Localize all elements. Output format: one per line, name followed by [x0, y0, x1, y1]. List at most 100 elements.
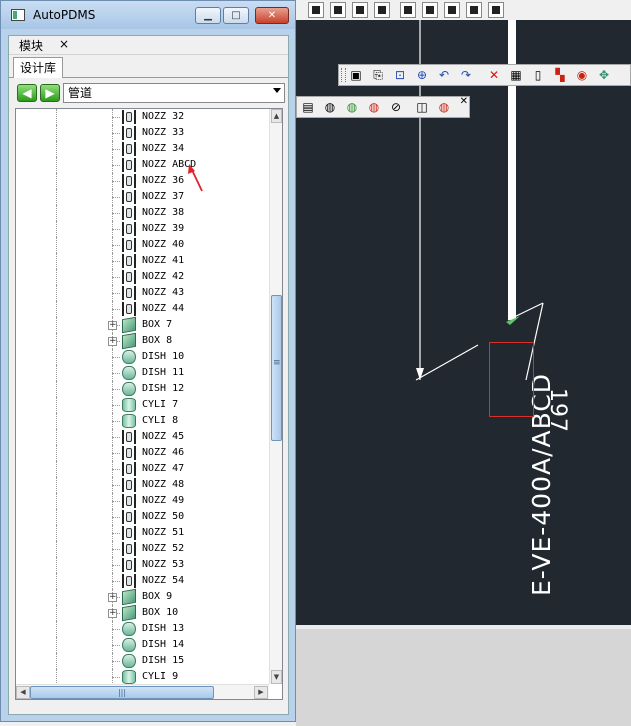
- undo-icon[interactable]: ↶: [436, 67, 452, 83]
- toolbar-tool-1-icon[interactable]: [308, 2, 324, 18]
- tree-item-label: NOZZ 33: [142, 127, 185, 138]
- number-icon[interactable]: ▯: [530, 67, 546, 83]
- tree-item[interactable]: NOZZ 50: [16, 509, 267, 525]
- nozz-icon: [122, 478, 136, 492]
- remove-sphere-icon[interactable]: ◍: [366, 99, 382, 115]
- menu-item-module[interactable]: 模块: [19, 37, 43, 54]
- tab-design-library[interactable]: 设计库: [13, 57, 64, 78]
- scroll-right-arrow-icon[interactable]: ▶: [254, 686, 268, 699]
- toolbar-tool-8-icon[interactable]: [466, 2, 482, 18]
- nozz-icon: [122, 286, 136, 300]
- tree-item[interactable]: DISH 14: [16, 637, 267, 653]
- forward-arrow-icon[interactable]: ▶: [40, 84, 60, 102]
- tree-item[interactable]: NOZZ ABCD: [16, 157, 267, 173]
- tree-item[interactable]: CYLI 9: [16, 669, 267, 685]
- tree-item[interactable]: + BOX 8: [16, 332, 267, 350]
- menu-close-icon[interactable]: ×: [59, 37, 69, 51]
- view-box-icon[interactable]: ◫: [414, 99, 430, 115]
- tree-item[interactable]: + BOX 7: [16, 316, 267, 334]
- tree-item[interactable]: NOZZ 44: [16, 301, 267, 317]
- toolbar-close-icon[interactable]: ✕: [460, 96, 468, 107]
- redo-icon[interactable]: ↷: [458, 67, 474, 83]
- tree-item[interactable]: NOZZ 46: [16, 445, 267, 461]
- tree-item[interactable]: NOZZ 47: [16, 461, 267, 477]
- tree-item[interactable]: NOZZ 37: [16, 189, 267, 205]
- toolbar-tool-9-icon[interactable]: [488, 2, 504, 18]
- add-sphere-icon[interactable]: ◍: [344, 99, 360, 115]
- tree-guide-line: [112, 117, 120, 118]
- scroll-left-arrow-icon[interactable]: ◀: [16, 686, 30, 699]
- tree-item[interactable]: NOZZ 43: [16, 285, 267, 301]
- clear-view-icon[interactable]: ◍: [436, 99, 452, 115]
- scroll-down-arrow-icon[interactable]: ▼: [271, 670, 282, 684]
- back-arrow-icon[interactable]: ◀: [17, 84, 37, 102]
- pan-icon[interactable]: ✥: [596, 67, 612, 83]
- rotate-icon[interactable]: ⊕: [414, 67, 430, 83]
- maximize-button[interactable]: □: [223, 7, 249, 24]
- delete-icon[interactable]: ✕: [486, 67, 502, 83]
- tree-item[interactable]: NOZZ 52: [16, 541, 267, 557]
- tree-item[interactable]: + BOX 9: [16, 588, 267, 606]
- tree-item[interactable]: NOZZ 40: [16, 237, 267, 253]
- tree-item-label: CYLI 9: [142, 671, 179, 682]
- toolbar-tool-3-icon[interactable]: [352, 2, 368, 18]
- no-display-icon[interactable]: ⊘: [388, 99, 404, 115]
- properties-icon[interactable]: ▦: [508, 67, 524, 83]
- expand-icon[interactable]: +: [108, 321, 117, 330]
- grid-icon[interactable]: ▚: [552, 67, 568, 83]
- tree-item[interactable]: CYLI 7: [16, 397, 267, 413]
- tree-item[interactable]: NOZZ 51: [16, 525, 267, 541]
- tree-guide-line: [112, 261, 120, 262]
- tree-guide-line: [56, 269, 57, 285]
- tree-item[interactable]: NOZZ 42: [16, 269, 267, 285]
- tree-item[interactable]: DISH 12: [16, 381, 267, 397]
- scroll-up-arrow-icon[interactable]: ▲: [271, 109, 282, 123]
- tree-item[interactable]: NOZZ 33: [16, 125, 267, 141]
- tree-item[interactable]: DISH 15: [16, 653, 267, 669]
- toolbar-tool-6-icon[interactable]: [422, 2, 438, 18]
- tree-item[interactable]: NOZZ 38: [16, 205, 267, 221]
- horizontal-scrollbar[interactable]: ◀ ||| ▶: [16, 684, 269, 699]
- tree-item[interactable]: NOZZ 54: [16, 573, 267, 589]
- expand-icon[interactable]: +: [108, 609, 117, 618]
- view-sphere-icon[interactable]: ◍: [322, 99, 338, 115]
- tree-item[interactable]: + BOX 10: [16, 604, 267, 622]
- tree-guide-line: [56, 205, 57, 221]
- tree-item[interactable]: CYLI 8: [16, 413, 267, 429]
- settings-icon[interactable]: ◉: [574, 67, 590, 83]
- tree-item[interactable]: NOZZ 41: [16, 253, 267, 269]
- toolbar-tool-5-icon[interactable]: [400, 2, 416, 18]
- tree-item[interactable]: NOZZ 36: [16, 173, 267, 189]
- tree-guide-line: [112, 149, 120, 150]
- tree-item-label: NOZZ 37: [142, 191, 185, 202]
- minimize-button[interactable]: ▁: [195, 7, 221, 24]
- tree-item[interactable]: NOZZ 39: [16, 221, 267, 237]
- toolbar-tool-2-icon[interactable]: [330, 2, 346, 18]
- toolbar-grip[interactable]: [341, 68, 346, 82]
- view-cube-icon[interactable]: ▤: [300, 99, 316, 115]
- toolbar-tool-4-icon[interactable]: [374, 2, 390, 18]
- tree-item[interactable]: NOZZ 53: [16, 557, 267, 573]
- title-bar[interactable]: AutoPDMS ▁ □ ✕: [1, 1, 295, 29]
- category-select[interactable]: 管道: [63, 83, 285, 103]
- tree-item[interactable]: DISH 11: [16, 365, 267, 381]
- save-icon[interactable]: ▣: [348, 67, 364, 83]
- chevron-down-icon[interactable]: [273, 88, 281, 93]
- design-tree[interactable]: NOZZ 32 NOZZ 33 NOZZ 34 NOZZ ABCD NOZZ 36 NOZ…: [15, 108, 283, 700]
- move-icon[interactable]: ⊡: [392, 67, 408, 83]
- tree-item[interactable]: NOZZ 49: [16, 493, 267, 509]
- close-button[interactable]: ✕: [255, 7, 289, 24]
- expand-icon[interactable]: +: [108, 337, 117, 346]
- horizontal-scroll-thumb[interactable]: |||: [30, 686, 214, 699]
- tree-item[interactable]: NOZZ 34: [16, 141, 267, 157]
- tree-item[interactable]: NOZZ 48: [16, 477, 267, 493]
- copy-icon[interactable]: ⎘: [370, 67, 386, 83]
- tree-item[interactable]: DISH 10: [16, 349, 267, 365]
- tree-item[interactable]: DISH 13: [16, 621, 267, 637]
- expand-icon[interactable]: +: [108, 593, 117, 602]
- tree-item[interactable]: NOZZ 32: [16, 109, 267, 125]
- vertical-scrollbar[interactable]: ▲ ▼: [269, 109, 282, 684]
- vertical-scroll-thumb[interactable]: [271, 295, 282, 441]
- toolbar-tool-7-icon[interactable]: [444, 2, 460, 18]
- tree-item[interactable]: NOZZ 45: [16, 429, 267, 445]
